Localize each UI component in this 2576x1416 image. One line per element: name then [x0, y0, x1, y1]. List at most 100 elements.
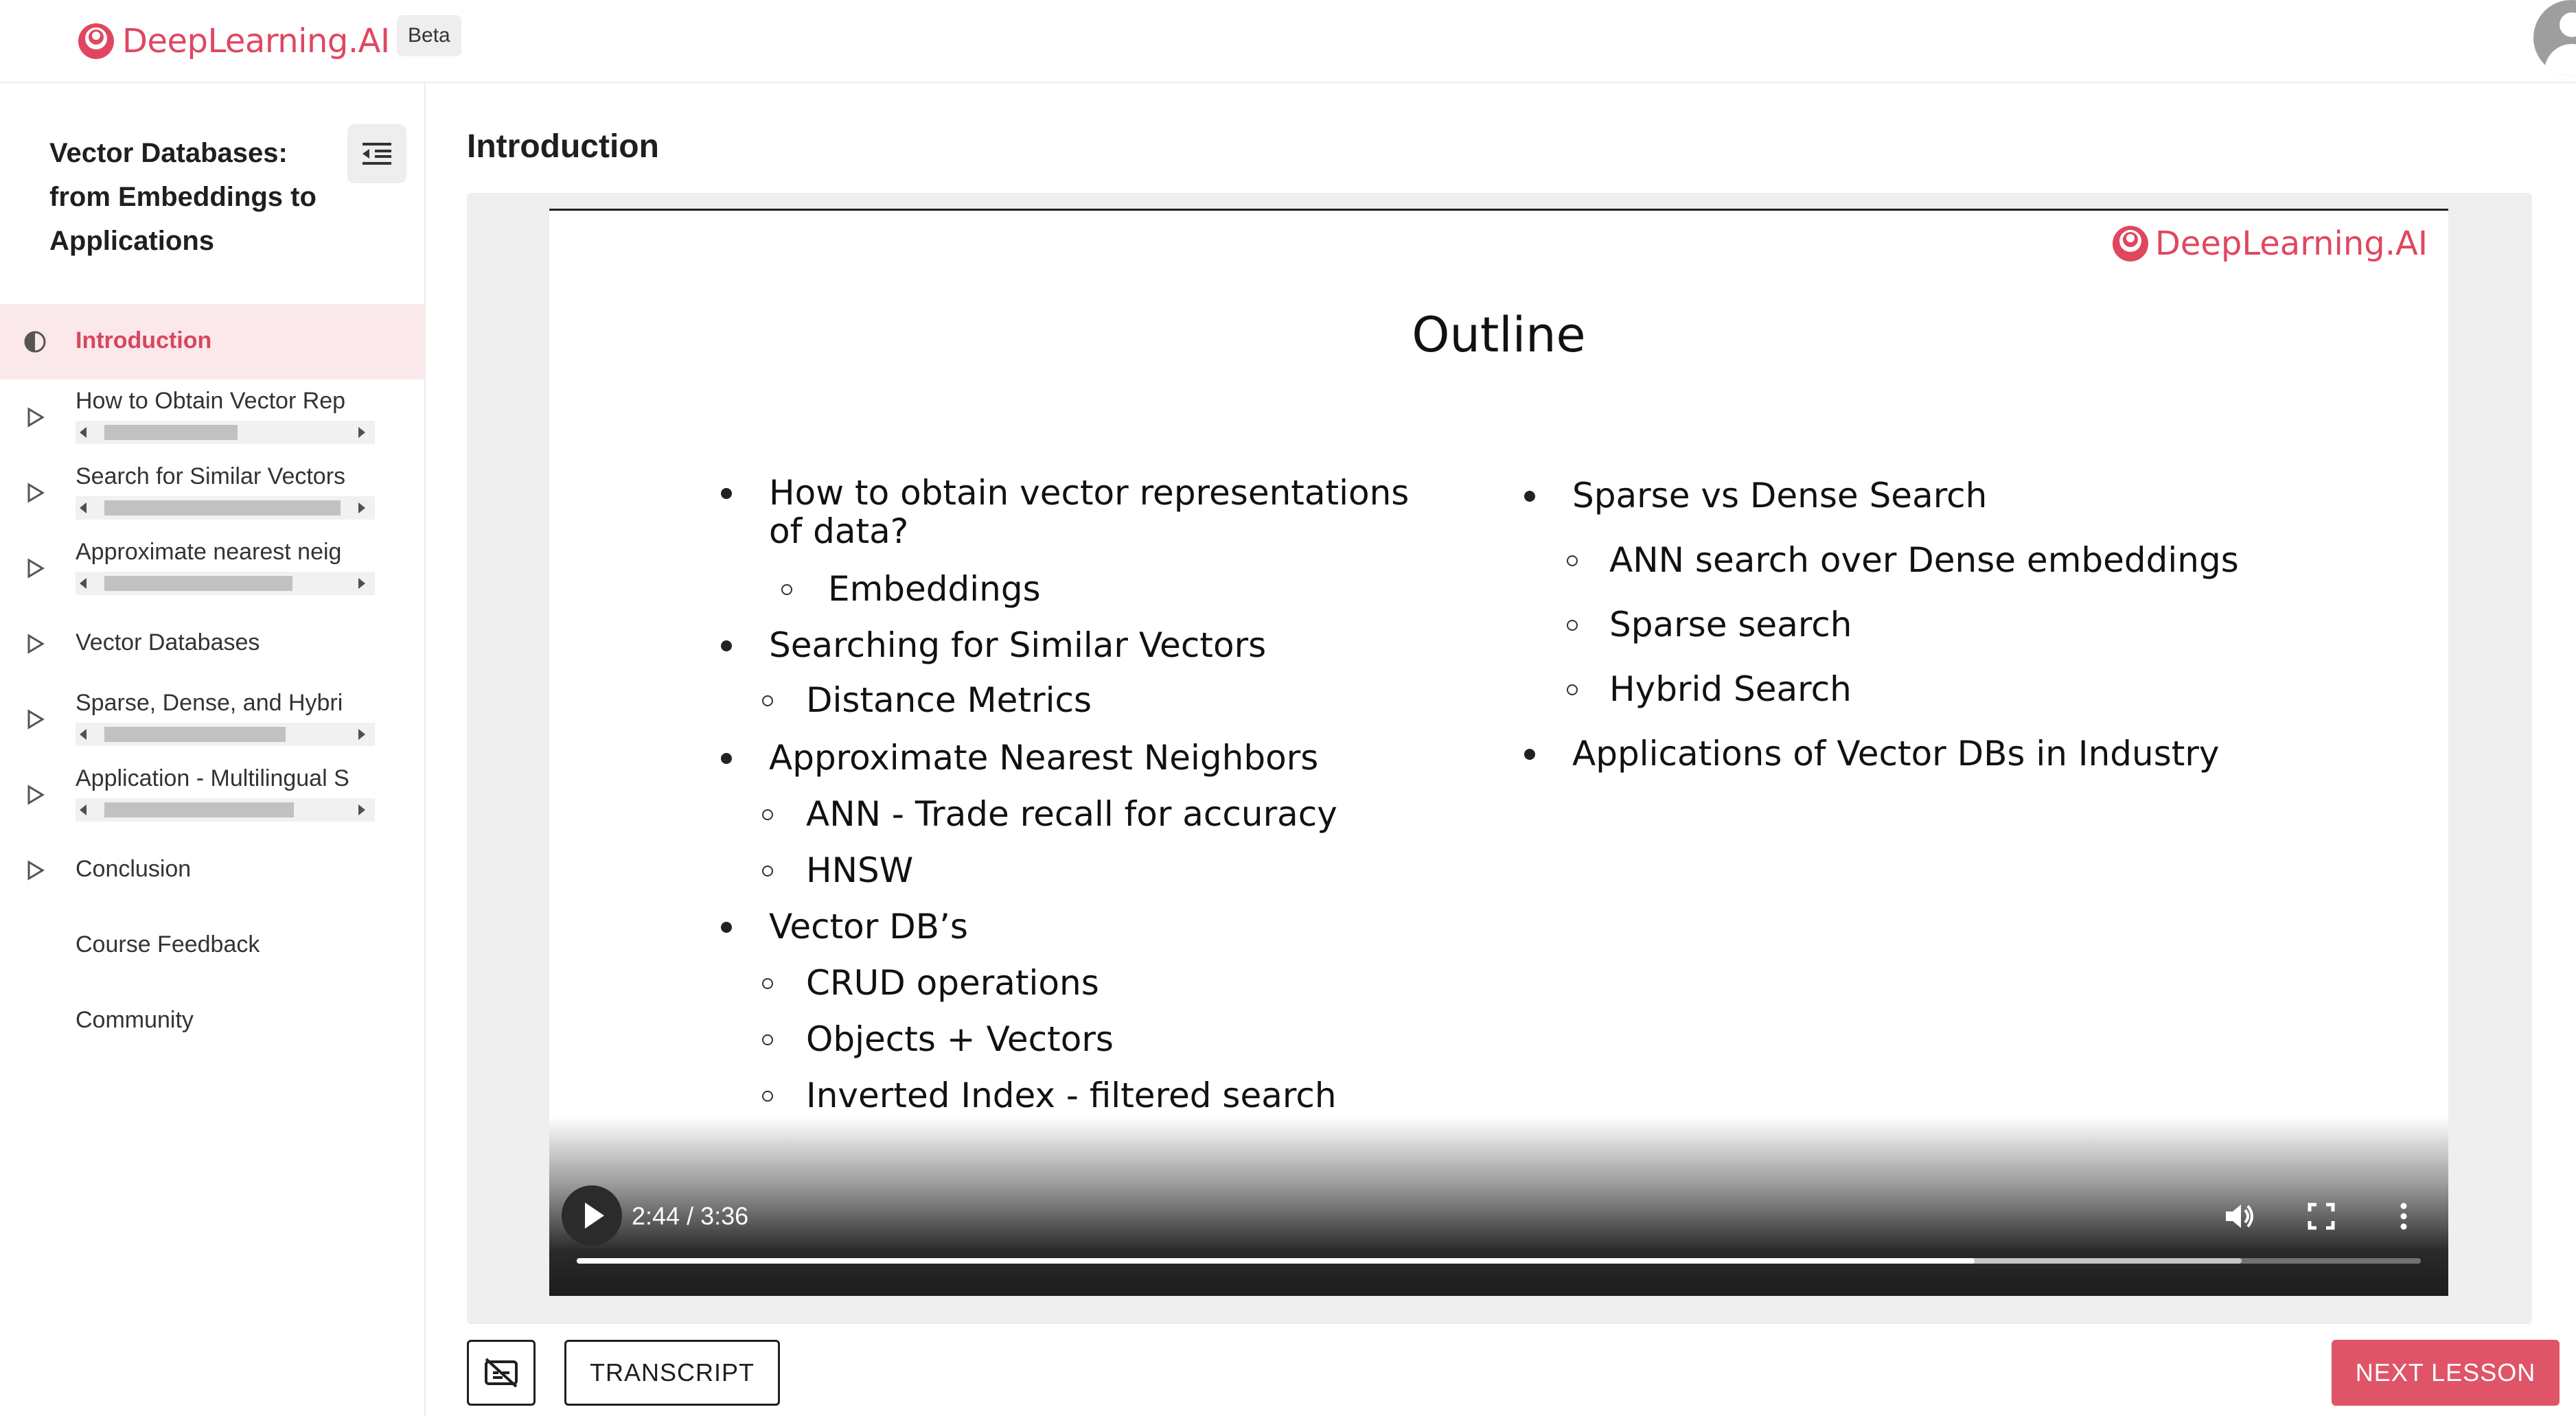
play-triangle-icon: [27, 483, 45, 503]
bullet-dot: [1524, 491, 1535, 502]
slide-bullet: Distance Metrics: [806, 680, 1092, 720]
sidebar-item-sparse-dense[interactable]: Sparse, Dense, and Hybri: [0, 682, 424, 757]
slide-bullet: ANN - Trade recall for accuracy: [806, 794, 1337, 834]
scroll-right-arrow[interactable]: [358, 729, 365, 740]
slide-bullet: ANN search over Dense embeddings: [1609, 540, 2239, 580]
sidebar-item-label: How to Obtain Vector Rep: [76, 388, 346, 414]
bullet-dot: [721, 922, 732, 933]
horizontal-scrollbar[interactable]: [76, 723, 375, 746]
sidebar-item-course-feedback[interactable]: Course Feedback: [0, 908, 424, 984]
bullet-dot: [1524, 749, 1535, 760]
half-circle-icon: [24, 331, 46, 353]
slide-bullet: Vector DB’s: [769, 907, 968, 947]
sidebar-item-vector-databases[interactable]: Vector Databases: [0, 606, 424, 682]
top-bar: DeepLearning.AI Beta: [0, 0, 2576, 83]
user-avatar[interactable]: [2533, 0, 2576, 76]
brand-name: DeepLearning.AI: [122, 22, 390, 60]
sidebar-item-label: Vector Databases: [76, 629, 260, 655]
sidebar-item-community[interactable]: Community: [0, 984, 424, 1059]
scroll-left-arrow[interactable]: [80, 729, 87, 740]
play-button[interactable]: [562, 1185, 622, 1246]
more-vertical-icon[interactable]: [2387, 1199, 2421, 1233]
scroll-right-arrow[interactable]: [358, 427, 365, 438]
slide-bullet: Inverted Index - filtered search: [806, 1076, 1337, 1115]
video-time: 2:44 / 3:36: [632, 1202, 749, 1230]
scroll-thumb[interactable]: [104, 802, 294, 817]
sidebar-item-label: Approximate nearest neig: [76, 539, 342, 565]
sidebar-item-obtain-vectors[interactable]: How to Obtain Vector Rep: [0, 380, 424, 455]
sidebar-item-multilingual[interactable]: Application - Multilingual S: [0, 757, 424, 833]
scroll-right-arrow[interactable]: [358, 578, 365, 589]
sidebar-item-introduction[interactable]: Introduction: [0, 304, 424, 380]
slide-bullet: HNSW: [806, 850, 914, 890]
slide-logo: DeepLearning.AI: [2111, 224, 2428, 263]
slide-bullet: Hybrid Search: [1609, 669, 1852, 709]
deeplearning-logo-icon: [2112, 226, 2148, 262]
bullet-circle: [762, 695, 773, 706]
next-lesson-button[interactable]: NEXT LESSON: [2332, 1340, 2560, 1406]
slide-bullet: Searching for Similar Vectors: [769, 625, 1267, 665]
play-triangle-icon: [27, 407, 45, 428]
collapse-sidebar-icon: [363, 143, 391, 165]
sidebar-item-ann[interactable]: Approximate nearest neig: [0, 531, 424, 606]
deeplearning-logo-icon: [78, 23, 114, 59]
slide-logo-text: DeepLearning.AI: [2154, 224, 2428, 263]
sidebar-item-label: Search for Similar Vectors: [76, 463, 346, 489]
volume-icon[interactable]: [2222, 1199, 2256, 1233]
bullet-circle: [762, 809, 773, 820]
bullet-dot: [721, 640, 732, 651]
scroll-thumb[interactable]: [104, 727, 286, 742]
play-triangle-icon: [27, 709, 45, 730]
bullet-dot: [721, 753, 732, 764]
play-triangle-icon: [27, 860, 45, 881]
bullet-circle: [1567, 684, 1578, 695]
scroll-left-arrow[interactable]: [80, 502, 87, 513]
sidebar-item-similar-vectors[interactable]: Search for Similar Vectors: [0, 455, 424, 531]
bullet-circle: [1567, 555, 1578, 566]
video-progress-bar[interactable]: [577, 1258, 2421, 1264]
slide-bullet: Embeddings: [828, 569, 1041, 609]
fullscreen-icon[interactable]: [2304, 1199, 2338, 1233]
slide-title: Outline: [1412, 307, 1586, 363]
course-title: Vector Databases: from Embeddings to App…: [49, 138, 317, 256]
transcript-button[interactable]: TRANSCRIPT: [564, 1340, 780, 1406]
scroll-thumb[interactable]: [104, 425, 238, 440]
slide-bullet: Objects + Vectors: [806, 1019, 1114, 1059]
video-player[interactable]: DeepLearning.AI Outline How to obtain ve…: [549, 209, 2448, 1296]
slide-bullet: of data?: [769, 511, 909, 551]
collapse-sidebar-button[interactable]: [347, 124, 406, 183]
sidebar-item-conclusion[interactable]: Conclusion: [0, 833, 424, 908]
scroll-left-arrow[interactable]: [80, 804, 87, 815]
bullet-circle: [1567, 620, 1578, 631]
bullet-circle: [762, 978, 773, 989]
bullet-circle: [762, 1091, 773, 1102]
scroll-right-arrow[interactable]: [358, 502, 365, 513]
scroll-left-arrow[interactable]: [80, 578, 87, 589]
horizontal-scrollbar[interactable]: [76, 798, 375, 822]
sidebar: Vector Databases: from Embeddings to App…: [0, 83, 426, 1416]
horizontal-scrollbar[interactable]: [76, 572, 375, 595]
scroll-thumb[interactable]: [104, 576, 292, 591]
captions-toggle-button[interactable]: [467, 1340, 536, 1406]
slide-bullet: CRUD operations: [806, 963, 1099, 1003]
sidebar-item-label: Community: [76, 1007, 194, 1033]
horizontal-scrollbar[interactable]: [76, 421, 375, 444]
video-controls-overlay: [549, 1117, 2448, 1296]
scroll-left-arrow[interactable]: [80, 427, 87, 438]
beta-badge: Beta: [397, 15, 461, 56]
bullet-circle: [781, 584, 792, 595]
slide-bullet: Applications of Vector DBs in Industry: [1572, 734, 2220, 774]
slide-bullet: Sparse vs Dense Search: [1572, 476, 1988, 515]
bullet-circle: [762, 866, 773, 877]
scroll-right-arrow[interactable]: [358, 804, 365, 815]
play-triangle-icon: [27, 785, 45, 805]
bullet-dot: [721, 488, 732, 499]
sidebar-item-label: Course Feedback: [76, 931, 260, 957]
sidebar-item-label: Sparse, Dense, and Hybri: [76, 690, 343, 716]
play-triangle-icon: [27, 558, 45, 579]
scroll-thumb[interactable]: [104, 500, 341, 515]
slide-bullet: How to obtain vector representations: [769, 473, 1410, 513]
horizontal-scrollbar[interactable]: [76, 496, 375, 520]
sidebar-item-label: Application - Multilingual S: [76, 765, 349, 791]
brand-logo[interactable]: DeepLearning.AI: [77, 14, 390, 69]
